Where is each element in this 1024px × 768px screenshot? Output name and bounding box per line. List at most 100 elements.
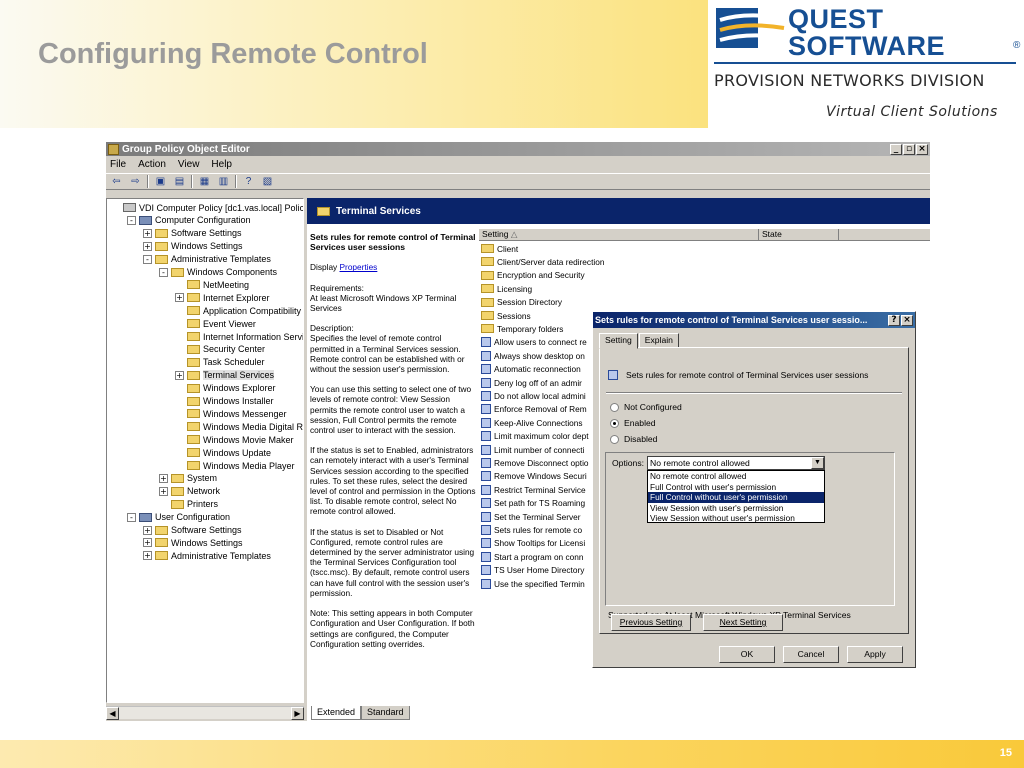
collapse-icon[interactable]: - <box>127 512 136 522</box>
scroll-right-icon[interactable]: ▶ <box>291 707 304 720</box>
column-state[interactable]: State <box>759 229 839 241</box>
back-arrow-icon[interactable]: ⇦ <box>109 175 124 188</box>
tab-explain[interactable]: Explain <box>638 333 679 348</box>
tree-item[interactable]: - Administrative Templates <box>143 253 271 266</box>
tree-item[interactable]: Task Scheduler <box>175 356 265 369</box>
dropdown-option[interactable]: View Session without user's permission <box>648 513 824 524</box>
expand-icon[interactable]: + <box>175 370 184 380</box>
radio-circle[interactable] <box>610 434 619 444</box>
list-setting-item[interactable]: Allow users to connect re <box>481 336 589 349</box>
expand-icon[interactable]: + <box>159 486 168 496</box>
tree-item[interactable]: Windows Movie Maker <box>175 433 294 446</box>
tree-item[interactable]: + System <box>159 472 217 485</box>
tree-item[interactable]: + Terminal Services <box>175 369 275 382</box>
list-setting-item[interactable]: Set path for TS Roaming <box>481 497 589 510</box>
collapse-icon[interactable]: - <box>143 254 152 264</box>
close-button[interactable]: × <box>916 143 928 155</box>
tree-item[interactable]: + Software Settings <box>143 227 242 240</box>
list-folder-item[interactable]: Client/Server data redirection <box>481 255 741 268</box>
dropdown-arrow-icon[interactable]: ▼ <box>811 457 824 469</box>
tree-item[interactable]: + Software Settings <box>143 524 242 537</box>
window-titlebar[interactable]: Group Policy Object Editor _ ▫ × <box>106 142 930 156</box>
next-setting-button[interactable]: Next Setting <box>703 614 783 631</box>
previous-setting-button[interactable]: Previous Setting <box>611 614 691 631</box>
restore-button[interactable]: ▫ <box>903 143 915 155</box>
tree-item[interactable]: NetMeeting <box>175 278 249 291</box>
tree-item[interactable]: + Internet Explorer <box>175 291 270 304</box>
list-setting-item[interactable]: Set the Terminal Server <box>481 510 589 523</box>
expand-icon[interactable]: + <box>143 228 152 238</box>
dialog-titlebar[interactable]: Sets rules for remote control of Termina… <box>593 312 915 328</box>
menu-view[interactable]: View <box>178 159 200 170</box>
list-setting-item[interactable]: Keep-Alive Connections <box>481 416 589 429</box>
radio-not-configured[interactable]: Not Configured <box>610 402 682 412</box>
tree-item[interactable]: Application Compatibility <box>175 304 301 317</box>
up-folder-icon[interactable]: ▣ <box>153 175 168 188</box>
ok-button[interactable]: OK <box>719 646 775 663</box>
menu-help[interactable]: Help <box>211 159 232 170</box>
list-setting-item[interactable]: TS User Home Directory <box>481 564 589 577</box>
radio-disabled[interactable]: Disabled <box>610 434 657 444</box>
dropdown-option[interactable]: Full Control with user's permission <box>648 482 824 493</box>
tree-item[interactable]: Windows Messenger <box>175 407 287 420</box>
tree-item[interactable]: + Windows Settings <box>143 536 243 549</box>
tree-item[interactable]: Windows Media Digital Rights <box>175 420 303 433</box>
tab-standard[interactable]: Standard <box>361 706 410 720</box>
tree-item[interactable]: + Administrative Templates <box>143 549 271 562</box>
forward-arrow-icon[interactable]: ⇨ <box>128 175 143 188</box>
tree-item[interactable]: - User Configuration <box>127 511 230 524</box>
list-setting-item[interactable]: Restrict Terminal Service <box>481 483 589 496</box>
list-setting-item[interactable]: Show Tooltips for Licensi <box>481 537 589 550</box>
dropdown-option[interactable]: No remote control allowed <box>648 471 824 482</box>
expand-icon[interactable]: + <box>175 293 184 303</box>
tree-item[interactable]: - Windows Components <box>159 266 277 279</box>
list-setting-item[interactable]: Use the specified Termin <box>481 577 589 590</box>
properties-icon[interactable]: ▦ <box>197 175 212 188</box>
list-setting-item[interactable]: Limit maximum color dept <box>481 430 589 443</box>
column-setting[interactable]: Setting △ <box>479 229 759 241</box>
export-icon[interactable]: ▥ <box>216 175 231 188</box>
tree-item[interactable]: Windows Update <box>175 446 271 459</box>
dialog-close-button[interactable]: × <box>901 314 913 326</box>
tree-item[interactable]: Windows Installer <box>175 395 274 408</box>
view-icon[interactable]: ▧ <box>260 175 275 188</box>
list-setting-item[interactable]: Enforce Removal of Rem <box>481 403 589 416</box>
radio-circle[interactable] <box>610 418 619 428</box>
list-setting-item[interactable]: Start a program on conn <box>481 550 589 563</box>
apply-button[interactable]: Apply <box>847 646 903 663</box>
tree-horizontal-scrollbar[interactable]: ◀ ▶ <box>106 706 304 720</box>
list-folder-item[interactable]: Session Directory <box>481 296 741 309</box>
list-folder-item[interactable]: Licensing <box>481 282 741 295</box>
list-setting-item[interactable]: Always show desktop on <box>481 349 589 362</box>
tree-item[interactable]: Internet Information Services <box>175 330 303 343</box>
properties-link[interactable]: Properties <box>340 262 378 272</box>
tree-item[interactable]: - Computer Configuration <box>127 214 251 227</box>
tree-item[interactable]: Security Center <box>175 343 265 356</box>
expand-icon[interactable]: + <box>143 241 152 251</box>
list-setting-item[interactable]: Deny log off of an admir <box>481 376 589 389</box>
list-setting-item[interactable]: Sets rules for remote co <box>481 523 589 536</box>
tree-item[interactable]: + Network <box>159 485 220 498</box>
list-setting-item[interactable]: Remove Windows Securi <box>481 470 589 483</box>
list-setting-item[interactable]: Do not allow local admini <box>481 389 589 402</box>
tree-item[interactable]: + Windows Settings <box>143 240 243 253</box>
expand-icon[interactable]: + <box>143 551 152 561</box>
cancel-button[interactable]: Cancel <box>783 646 839 663</box>
dropdown-option[interactable]: Full Control without user's permission <box>648 492 824 503</box>
dropdown-option[interactable]: View Session with user's permission <box>648 503 824 514</box>
tree-item[interactable]: Printers <box>159 498 218 511</box>
dialog-help-button[interactable]: ? <box>888 314 900 326</box>
menu-file[interactable]: File <box>110 159 126 170</box>
options-dropdown[interactable]: No remote control allowed ▼ <box>647 456 825 470</box>
help-icon[interactable]: ? <box>241 175 256 188</box>
list-setting-item[interactable]: Automatic reconnection <box>481 363 589 376</box>
expand-icon[interactable]: + <box>143 538 152 548</box>
menu-action[interactable]: Action <box>138 159 166 170</box>
tree-item[interactable]: Event Viewer <box>175 317 256 330</box>
tree-item[interactable]: Windows Explorer <box>175 382 276 395</box>
collapse-icon[interactable]: - <box>127 215 136 225</box>
list-folder-item[interactable]: Client <box>481 242 741 255</box>
list-setting-item[interactable]: Remove Disconnect optio <box>481 456 589 469</box>
radio-enabled[interactable]: Enabled <box>610 418 656 428</box>
radio-circle[interactable] <box>610 402 619 412</box>
